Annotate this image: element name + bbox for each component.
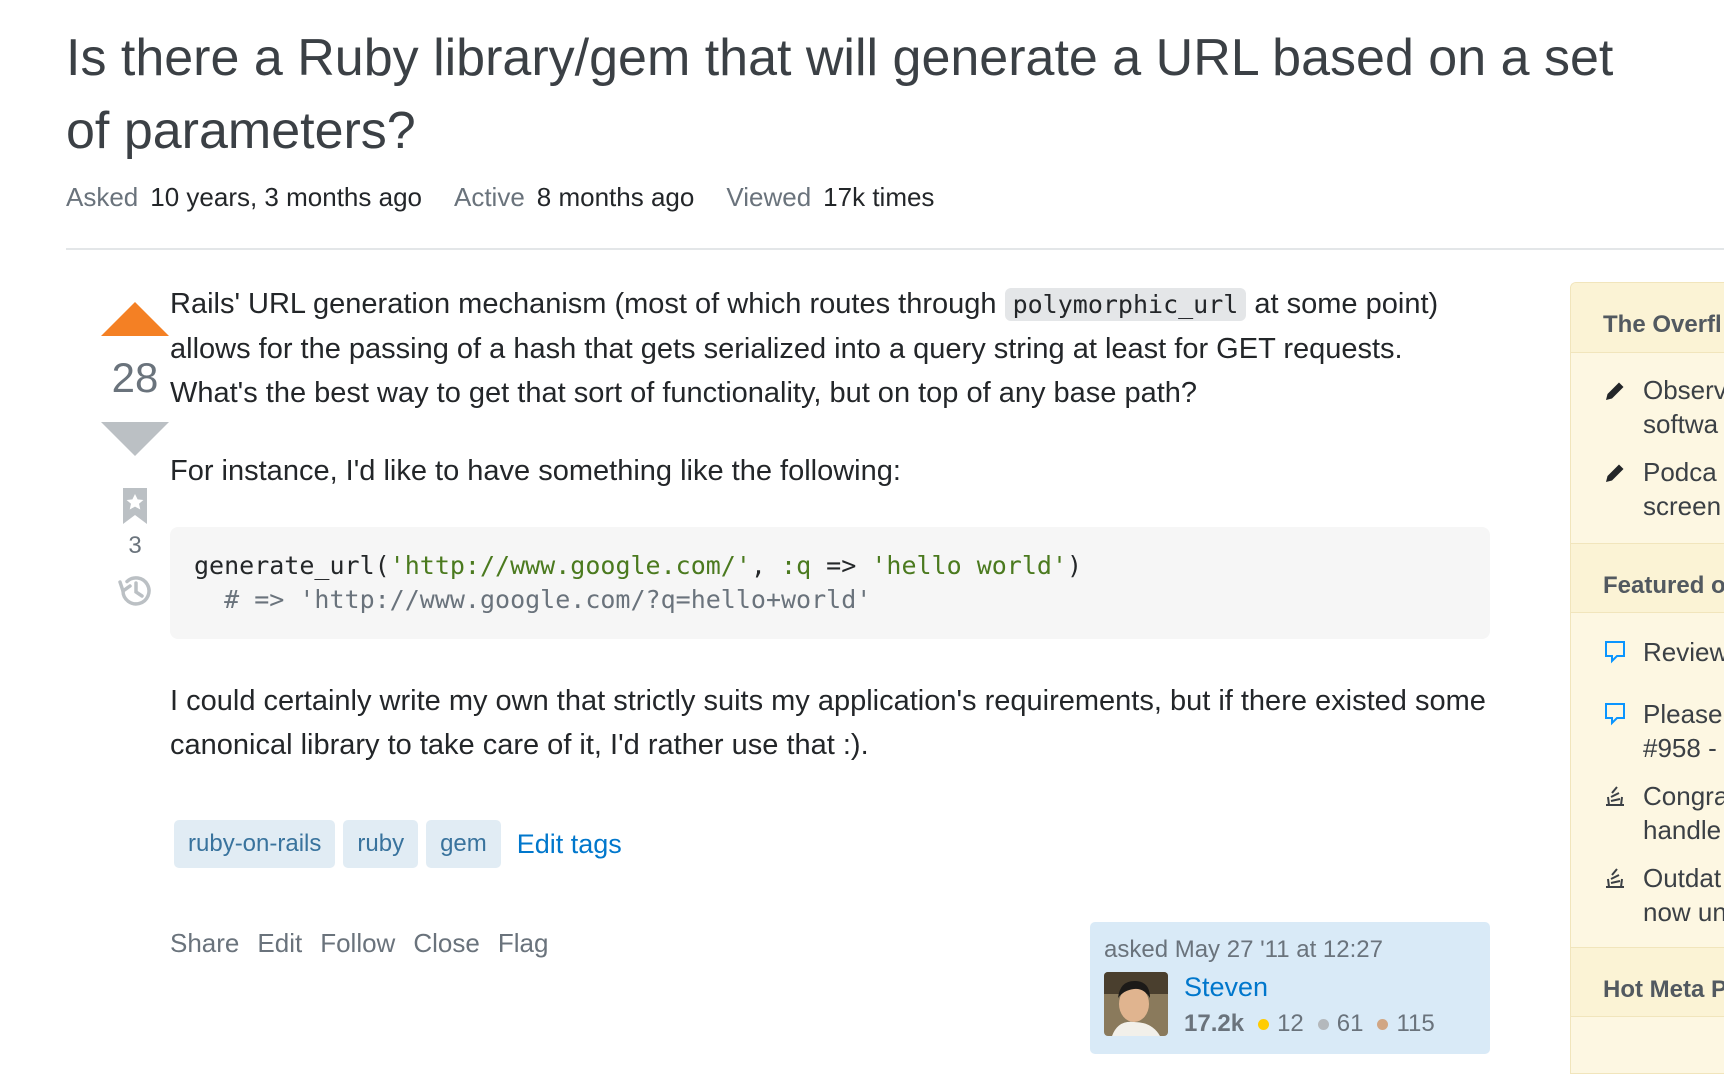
question-meta: Asked 10 years, 3 months ago Active 8 mont…	[66, 182, 934, 213]
silver-badge-count: 61	[1336, 1010, 1364, 1037]
user-reputation: 17.2k 12 61 115	[1184, 1010, 1441, 1038]
tag-list: ruby-on-rails ruby gem Edit tags	[174, 820, 622, 868]
sidebar-heading-featured-meta: Featured o	[1571, 543, 1724, 613]
tag-ruby-on-rails[interactable]: ruby-on-rails	[174, 820, 336, 868]
tag-gem[interactable]: gem	[426, 820, 501, 868]
edit-tags-link[interactable]: Edit tags	[517, 829, 622, 860]
sidebar-heading-hot-meta: Hot Meta P	[1571, 947, 1724, 1017]
edit-link[interactable]: Edit	[257, 928, 302, 959]
flag-link[interactable]: Flag	[498, 928, 549, 959]
sidebar-item[interactable]: Congra handle	[1571, 779, 1724, 847]
sidebar-heading-overflow-blog: The Overfl	[1571, 283, 1724, 353]
owner-card: asked May 27 '11 at 12:27 Steven 17.2k 1…	[1090, 922, 1490, 1054]
meta-active: Active 8 months ago	[453, 182, 695, 212]
bronze-badge-count: 115	[1396, 1010, 1435, 1037]
asked-timestamp[interactable]: asked May 27 '11 at 12:27	[1104, 936, 1383, 964]
avatar[interactable]	[1104, 972, 1168, 1036]
upvote-arrow-icon[interactable]	[101, 302, 169, 336]
history-icon[interactable]	[116, 572, 154, 610]
inline-code: polymorphic_url	[1004, 288, 1247, 321]
user-name-link[interactable]: Steven	[1184, 972, 1268, 1003]
code-block: generate_url('http://www.google.com/', :…	[170, 527, 1490, 639]
sidebar-item[interactable]: Outdat now un	[1571, 861, 1724, 929]
question-title[interactable]: Is there a Ruby library/gem that will ge…	[66, 22, 1666, 168]
body-paragraph: For instance, I'd like to have something…	[170, 455, 901, 487]
meta-viewed: Viewed 17k times	[726, 182, 935, 212]
gold-badge-count: 12	[1277, 1010, 1304, 1037]
meta-asked: Asked 10 years, 3 months ago	[66, 182, 422, 212]
pencil-icon	[1603, 455, 1629, 523]
share-link[interactable]: Share	[170, 928, 239, 959]
sidebar-item[interactable]: Review	[1571, 635, 1724, 673]
sidebar-item[interactable]: Podca screen	[1571, 455, 1724, 523]
body-paragraph: I could certainly write my own that stri…	[170, 685, 1486, 761]
speech-bubble-icon	[1603, 635, 1629, 673]
follow-link[interactable]: Follow	[320, 928, 395, 959]
body-paragraph: Rails' URL generation mechanism (most of…	[170, 288, 1439, 409]
tag-ruby[interactable]: ruby	[343, 820, 419, 868]
sidebar-item[interactable]: Please #958 -	[1571, 697, 1724, 765]
close-link[interactable]: Close	[413, 928, 479, 959]
reputation-score: 17.2k	[1184, 1010, 1245, 1037]
bronze-badge-icon	[1377, 1018, 1389, 1030]
question-body: Rails' URL generation mechanism (most of…	[170, 282, 1490, 801]
gold-badge-icon	[1258, 1018, 1270, 1030]
header-divider	[66, 248, 1724, 250]
sidebar-item[interactable]: Observ softwa	[1571, 373, 1724, 441]
stack-exchange-icon	[1603, 779, 1629, 847]
post-actions: Share Edit Follow Close Flag	[170, 928, 548, 959]
silver-badge-icon	[1317, 1018, 1329, 1030]
stack-exchange-icon	[1603, 861, 1629, 929]
bookmark-icon[interactable]	[117, 486, 153, 526]
pencil-icon	[1603, 373, 1629, 441]
speech-bubble-icon	[1603, 697, 1629, 765]
downvote-arrow-icon[interactable]	[101, 422, 169, 456]
sidebar-widget: The Overfl Observ softwa Podca screen Feat…	[1570, 282, 1724, 1074]
